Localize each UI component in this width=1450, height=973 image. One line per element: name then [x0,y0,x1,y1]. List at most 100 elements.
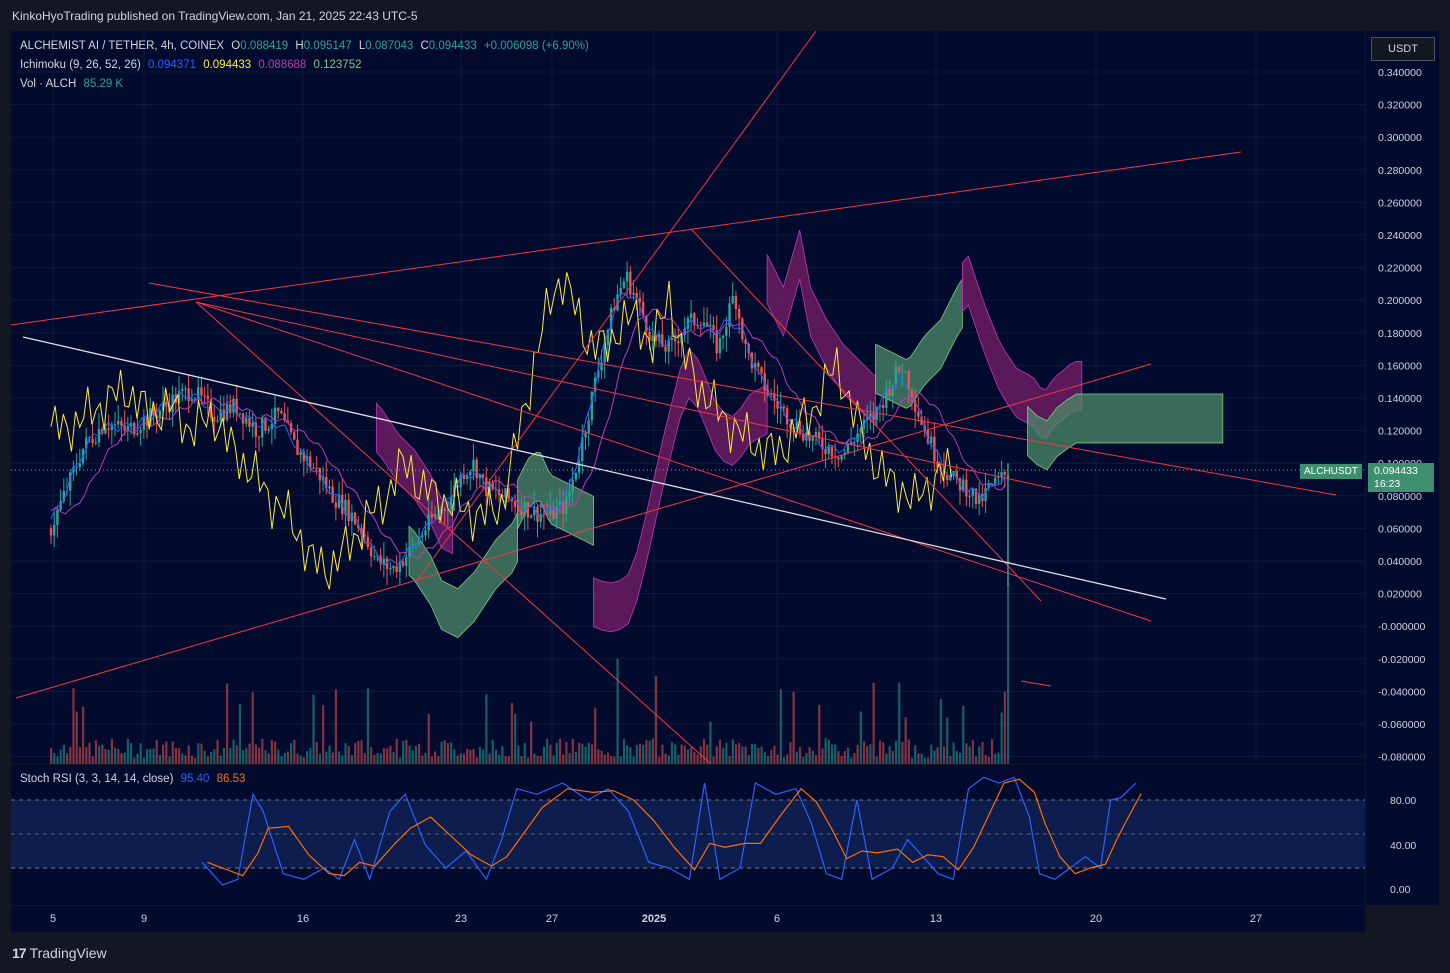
time-tick-label: 5 [50,913,56,925]
volume-bar [770,749,773,764]
time-tick-label: 23 [455,913,467,925]
volume-bar [619,756,622,764]
span-a-value: 0.088688 [258,59,307,71]
tradingview-logo-icon: 17 [12,945,27,961]
candle-body [702,322,706,326]
volume-bar [590,744,594,764]
candle-body [449,496,453,510]
volume-bar [878,740,882,764]
candle-body [193,398,197,400]
volume-bar [520,756,523,764]
tradingview-logo[interactable]: 17 TradingView [12,945,107,961]
candle-body [555,506,558,519]
volume-bar [933,750,936,764]
candle-body [584,432,587,438]
time-tick-label: 13 [930,913,942,925]
volume-bar [414,746,418,764]
volume-bar [744,746,747,764]
volume-bar [715,746,718,764]
volume-bar [274,741,277,764]
volume-bar [488,753,491,764]
candle-body [517,507,520,509]
last-price-tag: 0.094433 16:23 [1368,463,1434,492]
candle-body [216,420,219,422]
volume-bar [53,753,56,764]
time-tick-label: 27 [1250,913,1262,925]
volume-bar [702,739,706,764]
cloud-bearish [376,402,453,555]
volume-bar [478,747,482,764]
volume-bar [974,756,978,764]
volume-bar [802,757,805,764]
stoch-d-value: 86.53 [216,773,246,785]
time-tick-label: 6 [774,913,780,925]
candle-body [811,436,814,441]
volume-bar [171,741,174,764]
volume-bar [565,742,568,764]
candle-body [91,438,94,443]
candle-body [424,530,427,536]
volume-bar [661,744,664,764]
volume-bar [514,713,517,764]
volume-bar [453,749,456,764]
candle-body [315,467,318,469]
volume-bar [78,746,82,764]
price-chart[interactable] [10,30,1365,765]
stoch-rsi-pane[interactable] [11,765,1365,905]
candle-body [901,371,904,373]
volume-bar [734,744,738,764]
volume-bar [181,753,184,764]
candle-body [549,506,552,515]
volume-bar [72,688,75,764]
volume-bar [293,739,296,764]
volume-bar [747,755,750,764]
price-tick-label: -0.060000 [1378,719,1425,731]
volume-bar [568,753,571,764]
candle-body [107,428,110,430]
volume-bar [69,746,72,764]
volume-bar [840,755,843,764]
stoch-legend: Stoch RSI (3, 3, 14, 14, close) 95.40 86… [20,773,249,785]
candle-body [734,296,738,310]
candle-body [731,296,734,304]
volume-bar [331,752,334,764]
volume-bar [56,756,59,764]
volume-bar [421,755,424,764]
volume-bar [206,756,210,764]
volume-bar [536,755,539,764]
main-chart-pane[interactable] [10,30,1365,765]
volume-bar [914,745,917,764]
volume-bar [104,748,107,764]
candle-body [625,271,629,282]
volume-bar [686,749,690,764]
volume-bar [776,754,779,764]
span-b-value: 0.123752 [313,59,362,71]
price-tick-label: 0.240000 [1378,230,1422,242]
volume-bar [142,757,146,764]
candle-body [251,422,254,427]
time-axis[interactable]: 5 9 16 23 27 2025 6 13 20 27 [11,906,1365,932]
currency-button[interactable]: USDT [1371,37,1435,61]
price-tick-label: 0.320000 [1378,100,1422,112]
candle-body [366,536,370,547]
volume-bar [482,749,485,764]
candle-body [475,459,478,479]
volume-bar [664,753,667,764]
candle-body [312,467,315,469]
volume-bar [869,744,872,764]
volume-bar [187,745,190,764]
time-tick-label: 20 [1090,913,1102,925]
volume-bar [373,754,376,764]
candle-body [837,457,840,460]
price-tick-label: 0.160000 [1378,360,1422,372]
candle-body [363,534,366,537]
volume-bar [587,742,590,764]
stoch-rsi-chart[interactable] [11,765,1365,905]
footer-brand: TradingView [29,945,107,961]
candle-body [481,474,485,478]
candle-body [392,566,395,569]
volume-bar [645,739,648,764]
volume-bar [450,742,453,764]
volume-bar [242,750,245,764]
volume-bar [210,751,213,764]
